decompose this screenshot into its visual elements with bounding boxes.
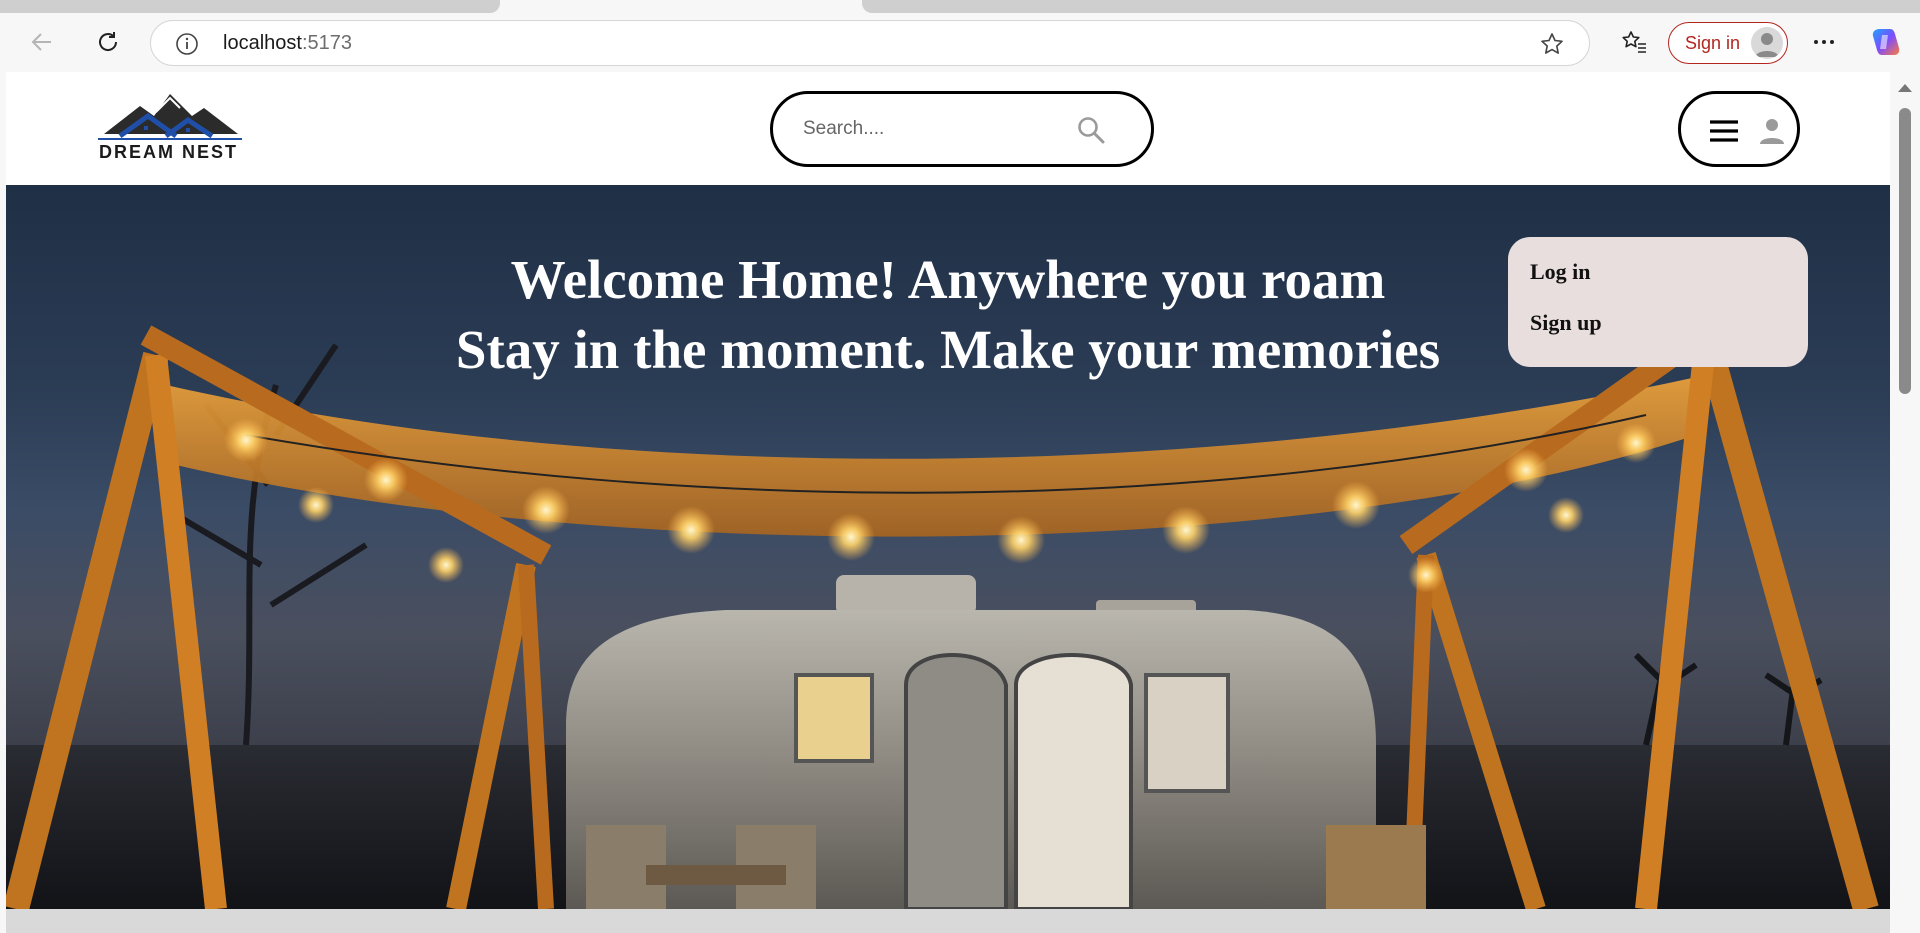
browser-signin-button[interactable]: Sign in xyxy=(1668,22,1788,64)
search-bar[interactable] xyxy=(770,91,1154,167)
address-bar[interactable]: localhost:5173 xyxy=(150,20,1590,66)
next-section-edge xyxy=(6,909,1890,933)
more-icon xyxy=(1814,40,1834,44)
browser-tab[interactable] xyxy=(0,0,500,13)
user-menu-button[interactable] xyxy=(1678,91,1800,167)
user-dropdown-menu: Log in Sign up xyxy=(1508,237,1808,367)
signup-menu-item[interactable]: Sign up xyxy=(1530,310,1602,336)
scroll-up-arrow-icon[interactable] xyxy=(1898,84,1912,92)
copilot-button[interactable] xyxy=(1868,24,1904,60)
site-header: DREAM NEST xyxy=(6,72,1890,185)
star-icon[interactable] xyxy=(1539,31,1565,57)
back-arrow-icon xyxy=(31,33,51,51)
browser-tab[interactable] xyxy=(862,0,1920,13)
page-scrollbar[interactable] xyxy=(1890,72,1920,933)
info-icon[interactable] xyxy=(175,32,199,56)
browser-toolbar: localhost:5173 Sign in xyxy=(0,14,1920,72)
login-menu-item[interactable]: Log in xyxy=(1530,259,1591,285)
address-url[interactable]: localhost:5173 xyxy=(223,32,352,55)
refresh-icon xyxy=(99,32,118,51)
search-icon[interactable] xyxy=(1075,114,1107,146)
url-port: :5173 xyxy=(301,32,352,54)
page-viewport: DREAM NEST Search.... Welcome Home! Anyw… xyxy=(6,72,1890,933)
hamburger-icon xyxy=(1710,120,1738,142)
back-button[interactable] xyxy=(24,24,60,60)
profile-avatar xyxy=(1751,27,1783,59)
brand-name: DREAM NEST xyxy=(99,142,239,162)
scrollbar-thumb[interactable] xyxy=(1899,108,1911,394)
favorites-button[interactable] xyxy=(1616,24,1652,60)
tab-strip xyxy=(0,0,1920,14)
user-icon xyxy=(1755,33,1779,57)
house-mountain-logo xyxy=(98,94,242,140)
user-icon xyxy=(1760,119,1784,144)
site-logo[interactable]: DREAM NEST xyxy=(96,86,256,176)
refresh-button[interactable] xyxy=(90,24,126,60)
url-host: localhost xyxy=(223,32,302,54)
more-button[interactable] xyxy=(1806,24,1842,60)
copilot-icon xyxy=(1872,29,1900,55)
signin-label: Sign in xyxy=(1685,33,1741,53)
search-input[interactable] xyxy=(803,112,1063,146)
favorites-icon xyxy=(1622,31,1646,53)
